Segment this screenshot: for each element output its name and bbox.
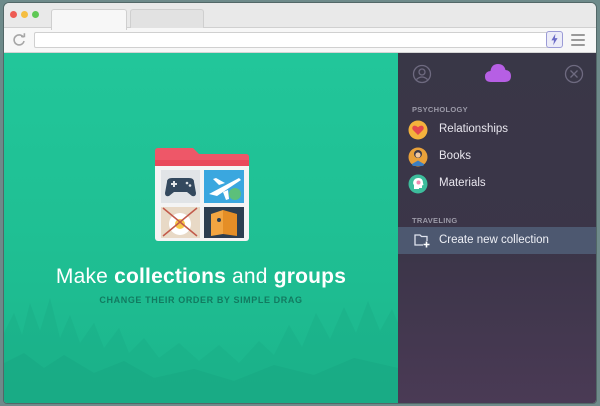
collection-folder-icon xyxy=(155,148,249,241)
browser-toolbar xyxy=(4,28,596,53)
cloud-logo-icon xyxy=(485,64,511,82)
create-new-collection-button[interactable]: Create new collection xyxy=(398,227,596,254)
section-title-traveling: TRAVELING xyxy=(412,216,458,225)
title-bar xyxy=(4,3,596,30)
collection-item-label: Relationships xyxy=(439,123,509,135)
zoom-window-button[interactable] xyxy=(32,11,39,18)
collection-item-books[interactable]: Books xyxy=(408,146,588,168)
profile-icon[interactable] xyxy=(412,64,432,84)
browser-window: Make collections and groups CHANGE THEIR… xyxy=(4,3,596,403)
browser-tab-active[interactable] xyxy=(51,9,127,30)
address-bar[interactable] xyxy=(34,32,549,48)
browser-menu-button[interactable] xyxy=(571,34,585,46)
reader-icon xyxy=(408,147,428,167)
reload-icon[interactable] xyxy=(11,32,27,48)
section-title-psychology: PSYCHOLOGY xyxy=(412,105,468,114)
hero-panel: Make collections and groups CHANGE THEIR… xyxy=(4,53,398,403)
heart-icon xyxy=(408,120,428,140)
create-new-collection-label: Create new collection xyxy=(439,234,549,246)
collections-sidebar: PSYCHOLOGY Relationships Books Materials… xyxy=(398,53,596,403)
hero-subline: CHANGE THEIR ORDER BY SIMPLE DRAG xyxy=(99,295,303,305)
close-icon[interactable] xyxy=(564,64,584,84)
extension-button[interactable] xyxy=(546,31,563,48)
lightning-icon xyxy=(551,33,558,46)
collection-item-relationships[interactable]: Relationships xyxy=(408,119,588,141)
close-window-button[interactable] xyxy=(10,11,17,18)
collection-item-materials[interactable]: Materials xyxy=(408,173,588,195)
hero-headline: Make collections and groups xyxy=(55,265,347,288)
collection-item-label: Books xyxy=(439,150,471,162)
minimize-window-button[interactable] xyxy=(21,11,28,18)
collection-item-label: Materials xyxy=(439,177,486,189)
add-folder-icon xyxy=(414,234,430,248)
browser-tab-inactive[interactable] xyxy=(130,9,204,29)
head-icon xyxy=(408,174,428,194)
